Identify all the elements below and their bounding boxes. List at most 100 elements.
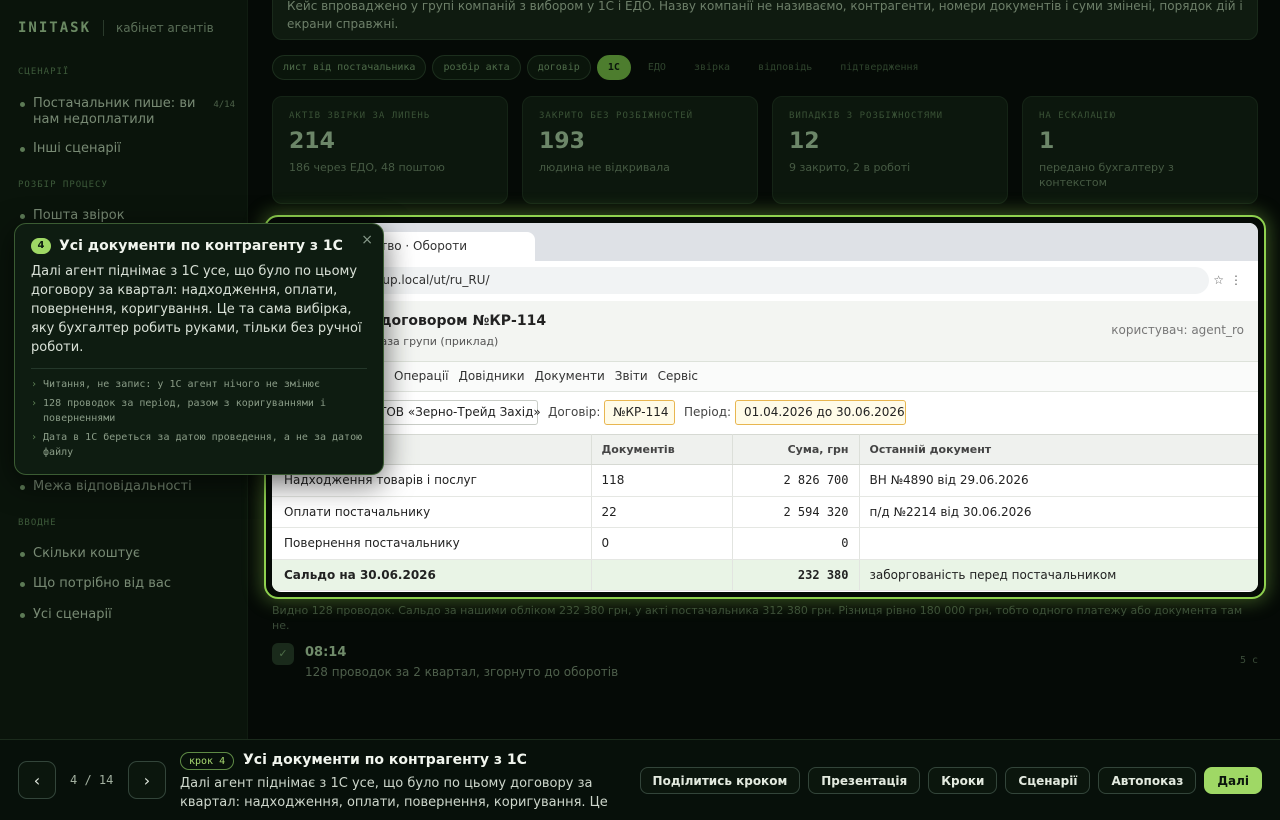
step-description: Далі агент піднімає з 1С усе, що було по… [180, 776, 608, 810]
sidebar-item-cost[interactable]: Скільки коштує [20, 546, 235, 562]
step-tag[interactable]: ЕДО [637, 55, 677, 80]
table-row[interactable]: Повернення постачальнику 0 0 [272, 527, 1258, 560]
result-caption: Видно 128 проводок. Сальдо за нашими обл… [272, 604, 1243, 632]
menu-item-documents[interactable]: Документи [535, 369, 605, 383]
chevron-right-icon: › [31, 379, 38, 390]
table-cell: 118 [591, 464, 733, 497]
step-tag[interactable]: підтвердження [829, 55, 929, 80]
menu-item-directories[interactable]: Довідники [458, 369, 524, 383]
sidebar-item-mail[interactable]: Пошта звірок [20, 208, 235, 224]
contract-field[interactable]: №КР-114 [604, 400, 675, 425]
sidebar-item-label: Скільки коштує [33, 546, 141, 561]
stat-sub: людина не відкривала [539, 161, 670, 174]
period-field[interactable]: 01.04.2026 до 30.06.2026 [735, 400, 906, 425]
bullet-dot-icon [20, 552, 25, 557]
bullet-dot-icon [20, 214, 25, 219]
next-button[interactable]: Далі [1204, 767, 1262, 794]
table-cell: 0 [732, 527, 860, 560]
tooltip-bullet-text: Читання, не запис: у 1С агент нічого не … [43, 379, 320, 390]
star-icon[interactable]: ☆ [1213, 273, 1224, 287]
table-cell: заборгованість перед постачальником [859, 559, 1258, 591]
check-icon: ✓ [272, 643, 294, 665]
autoplay-button[interactable]: Автопоказ [1098, 767, 1197, 794]
sidebar-item-other-scenarios[interactable]: Інші сценарії [20, 141, 235, 157]
share-step-button[interactable]: Поділитись кроком [639, 767, 801, 794]
step-tooltip: 4 Усі документи по контрагенту з 1С × Да… [14, 223, 384, 475]
stat-value: 1 [1039, 129, 1055, 154]
stat-label: АКТІВ ЗВІРКИ ЗА ЛИПЕНЬ [289, 111, 431, 121]
menu-item-operations[interactable]: Операції [394, 369, 448, 383]
stat-value: 12 [789, 129, 820, 154]
table-cell: Повернення постачальнику [272, 527, 592, 560]
sidebar-item-label: Межа відповідальності [33, 479, 192, 494]
turnover-table: Вид операції Документів Сума, грн Останн… [272, 434, 1258, 591]
sidebar-section-intro: ВВОДНЕ [18, 518, 57, 528]
stat-label: ВИПАДКІВ З РОЗБІЖНОСТЯМИ [789, 111, 944, 121]
presentation-button[interactable]: Презентація [808, 767, 921, 794]
brand: INITASK кабінет агентів [18, 20, 214, 36]
step-tag[interactable]: розбір акта [432, 55, 521, 80]
steps-button[interactable]: Кроки [928, 767, 998, 794]
column-header: Сума, грн [732, 434, 860, 465]
brand-divider [103, 20, 105, 36]
stats-row: АКТІВ ЗВІРКИ ЗА ЛИПЕНЬ 214 186 через ЕДО… [272, 96, 1258, 204]
step-counter: 4 / 14 [70, 773, 114, 787]
table-row[interactable]: Надходження товарів і послуг 118 2 826 7… [272, 464, 1258, 497]
table-cell: 232 380 [732, 559, 860, 591]
sidebar-item-label: Інші сценарії [33, 141, 121, 156]
stat-sub: 9 закрито, 2 в роботі [789, 161, 911, 174]
menu-item-reports[interactable]: Звіти [615, 369, 648, 383]
chevron-right-icon: › [31, 432, 38, 443]
browser-tabbar: 1С:Підприємство · Обороти [272, 223, 1258, 261]
bullet-dot-icon [20, 613, 25, 618]
menu-item-service[interactable]: Сервіс [658, 369, 698, 383]
browser-address-row: https://erp.group.local/ut/ru_RU/ ☆ ⋮ [272, 261, 1258, 301]
column-header: Документів [591, 434, 733, 465]
scenarios-button[interactable]: Сценарії [1005, 767, 1091, 794]
sidebar-item-label: Пошта звірок [33, 208, 125, 223]
step-tag-active[interactable]: 1С [596, 55, 631, 80]
sidebar-item-label: Що потрібно від вас [33, 576, 171, 591]
sidebar-item-badge: 4/14 [213, 100, 235, 110]
case-intro: Кейс впроваджено у групі компаній з вибо… [272, 0, 1258, 40]
chevron-right-icon: › [31, 398, 38, 409]
1c-browser-window: 1С:Підприємство · Обороти https://erp.gr… [272, 223, 1258, 592]
step-tag[interactable]: лист від постачальника [272, 55, 427, 80]
step-tag[interactable]: договір [526, 55, 591, 80]
contract-label: Договір: [548, 405, 601, 419]
stat-value: 214 [289, 129, 335, 154]
step-badge: крок 4 [180, 752, 235, 770]
close-icon[interactable]: × [361, 232, 373, 248]
sidebar-item-responsibility[interactable]: Межа відповідальності [20, 479, 235, 495]
table-header-row: Вид операції Документів Сума, грн Останн… [272, 434, 1258, 465]
filter-bar: ТОВ «Зерно-Трейд Захід» Договір: №КР-114… [272, 392, 1258, 434]
app-header: Обороти за договором №КР-114 Бухгалтерсь… [272, 301, 1258, 362]
table-cell: Сальдо на 30.06.2026 [272, 559, 592, 591]
table-cell [859, 527, 1258, 560]
next-step-arrow-button[interactable]: › [128, 761, 166, 799]
step-tag[interactable]: відповідь [747, 55, 823, 80]
sidebar-item-all-scenarios[interactable]: Усі сценарії [20, 607, 235, 623]
table-cell: ВН №4890 від 29.06.2026 [859, 464, 1258, 497]
sidebar-section-process: РОЗБІР ПРОЦЕСУ [18, 180, 108, 190]
table-row[interactable]: Оплати постачальнику 22 2 594 320 п/д №2… [272, 496, 1258, 528]
more-vertical-icon[interactable]: ⋮ [1230, 273, 1242, 287]
stat-value: 193 [539, 129, 585, 154]
address-bar[interactable]: https://erp.group.local/ut/ru_RU/ [284, 267, 1209, 294]
address-icons: ☆ ⋮ [1213, 273, 1242, 287]
tooltip-bullet: › Дата в 1С береться за датою проведення… [31, 430, 367, 460]
sidebar-item-active-scenario[interactable]: Постачальник пише: ви нам недоплатили 4/… [20, 96, 235, 128]
bullet-dot-icon [20, 582, 25, 587]
tooltip-bullet: › 128 проводок за період, разом з коригу… [31, 396, 367, 426]
brand-subtitle: кабінет агентів [116, 21, 214, 35]
step-tag[interactable]: звірка [683, 55, 741, 80]
table-cell: п/д №2214 від 30.06.2026 [859, 496, 1258, 528]
counterparty-field[interactable]: ТОВ «Зерно-Трейд Захід» [370, 400, 541, 425]
prev-step-button[interactable]: ‹ [18, 761, 56, 799]
column-header: Останній документ [859, 434, 1258, 465]
bullet-dot-icon [20, 147, 25, 152]
sidebar-item-requirements[interactable]: Що потрібно від вас [20, 576, 235, 592]
log-time: 08:14 [305, 645, 347, 660]
step-number-badge: 4 [31, 238, 51, 254]
tooltip-header: 4 Усі документи по контрагенту з 1С [31, 238, 367, 254]
